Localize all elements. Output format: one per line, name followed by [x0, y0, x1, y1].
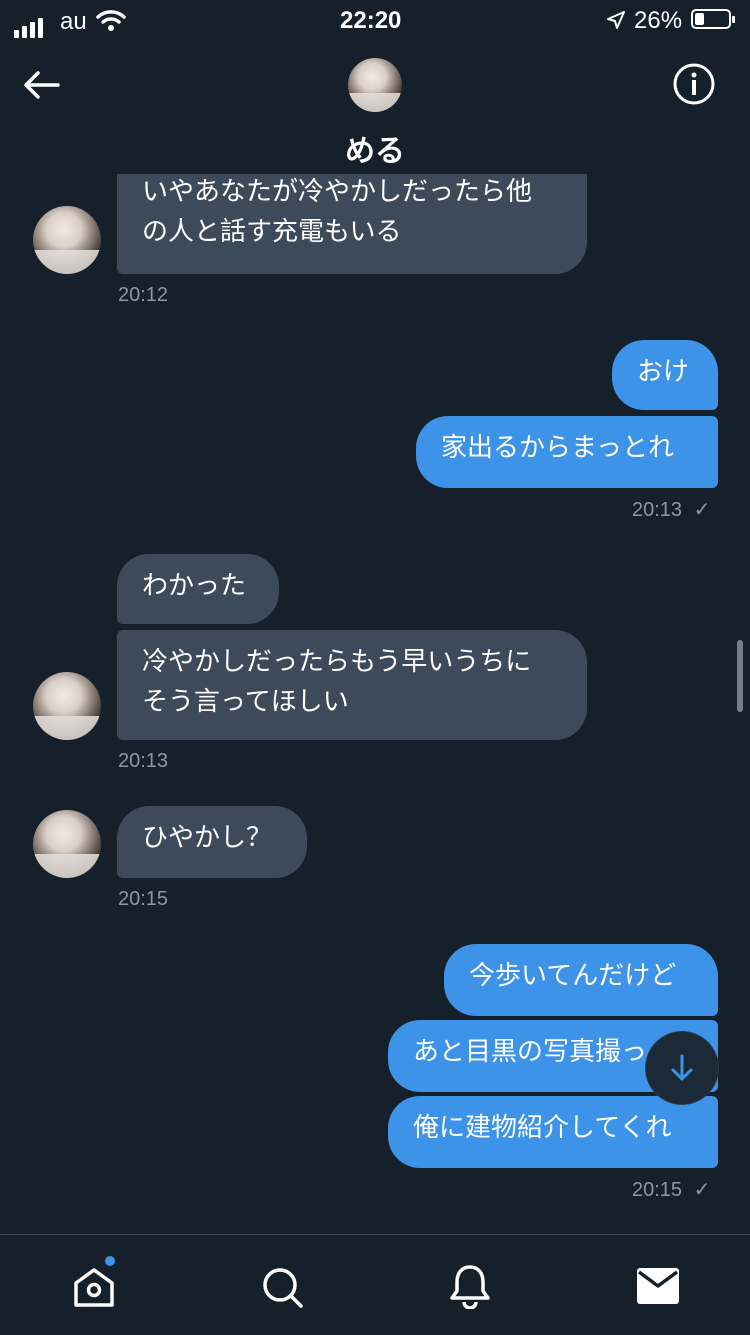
- message-list[interactable]: いやあなたが冷やかしだったら他 の人と話す充電もいる 20:12 おけ 家出るか…: [0, 174, 750, 1234]
- sent-message[interactable]: 今歩いてんだけど: [444, 944, 718, 1016]
- carrier-label: au: [60, 8, 87, 35]
- bell-icon[interactable]: [448, 1263, 492, 1309]
- contact-avatar[interactable]: [348, 58, 402, 112]
- location-icon: [607, 11, 625, 29]
- sender-avatar[interactable]: [33, 206, 101, 274]
- notification-dot: [105, 1256, 115, 1266]
- conversation-header: める: [0, 44, 750, 174]
- message-timestamp: 20:12: [118, 284, 169, 306]
- contact-name[interactable]: める: [0, 126, 750, 170]
- mail-icon[interactable]: [636, 1267, 680, 1305]
- info-icon[interactable]: [672, 62, 716, 106]
- sender-avatar[interactable]: [33, 810, 101, 878]
- search-icon[interactable]: [260, 1265, 304, 1309]
- scroll-to-bottom-button[interactable]: [646, 1032, 718, 1104]
- arrow-down-icon: [671, 1054, 693, 1081]
- sender-avatar[interactable]: [33, 672, 101, 740]
- message-timestamp: 20:15 ✓: [632, 1179, 711, 1201]
- status-bar: au 22:20 26%: [0, 0, 750, 44]
- status-time: 22:20: [340, 7, 402, 34]
- received-message[interactable]: いやあなたが冷やかしだったら他 の人と話す充電もいる: [117, 174, 587, 274]
- sent-message[interactable]: 家出るからまっとれ: [416, 416, 718, 488]
- scrollbar[interactable]: [737, 640, 743, 712]
- battery-percent: 26%: [634, 7, 683, 34]
- sent-message[interactable]: おけ: [612, 340, 718, 410]
- received-message[interactable]: わかった: [117, 554, 279, 624]
- sent-message[interactable]: 俺に建物紹介してくれ: [388, 1096, 718, 1168]
- bottom-tab-bar: [0, 1234, 750, 1335]
- cellular-signal-icon: [14, 10, 46, 38]
- message-timestamp: 20:13 ✓: [632, 499, 711, 521]
- message-timestamp: 20:15: [118, 888, 169, 910]
- received-message[interactable]: 冷やかしだったらもう早いうちに そう言ってほしい: [117, 630, 587, 740]
- read-check-icon: ✓: [693, 1179, 711, 1201]
- battery-icon: [691, 9, 735, 29]
- home-icon[interactable]: [72, 1265, 116, 1309]
- back-arrow-icon[interactable]: [22, 70, 60, 100]
- wifi-icon: [96, 10, 126, 31]
- read-check-icon: ✓: [693, 499, 711, 521]
- received-message[interactable]: ひやかし？: [117, 806, 307, 878]
- message-timestamp: 20:13: [118, 750, 169, 772]
